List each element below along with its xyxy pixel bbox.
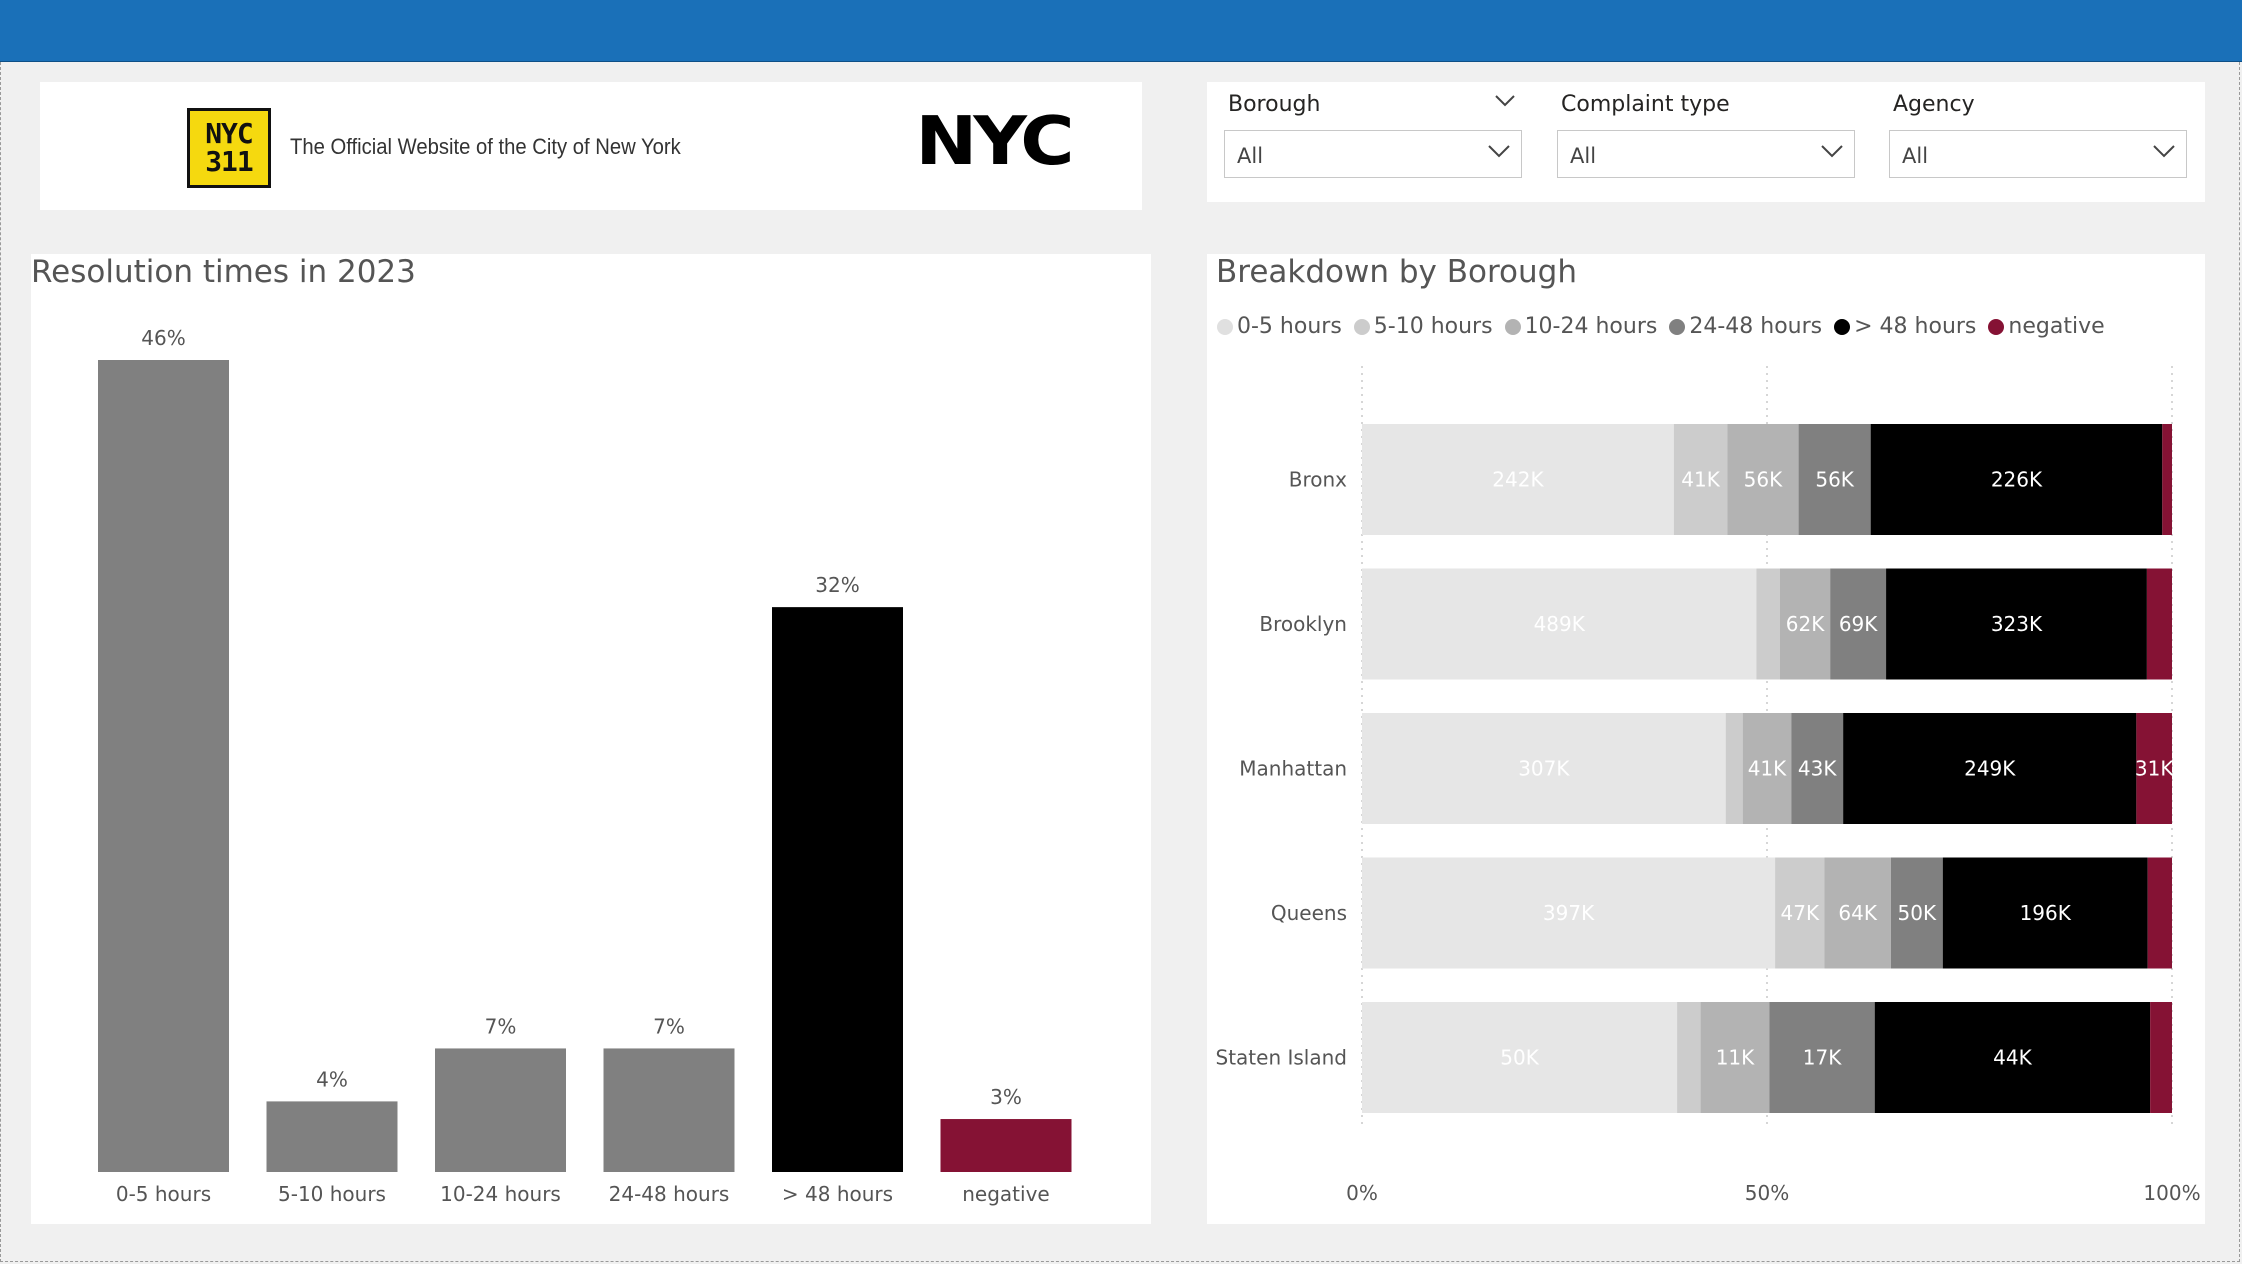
- segment-data-label: 196K: [2020, 901, 2072, 925]
- bar-segment[interactable]: [1725, 713, 1743, 824]
- bar-10-24-hours[interactable]: [435, 1048, 566, 1172]
- resolution-times-chart-card: Resolution times in 2023 46% 0-5 hours 4% 5…: [31, 254, 1151, 1224]
- header-banner: NYC 311 The Official Website of the City…: [40, 82, 1142, 210]
- segment-data-label: 56K: [1744, 468, 1783, 492]
- complaint-type-slicer-label: Complaint type: [1561, 92, 1730, 117]
- category-tick-label: 24-48 hours: [609, 1182, 730, 1206]
- chevron-down-icon: [2153, 145, 2175, 158]
- bar-segment[interactable]: [2162, 424, 2172, 535]
- segment-data-label: 56K: [1815, 468, 1854, 492]
- segment-data-label: 50K: [1500, 1046, 1539, 1070]
- borough-slicer: Borough All: [1224, 82, 1522, 202]
- segment-data-label: 226K: [1991, 468, 2043, 492]
- bar-data-label: 32%: [815, 573, 859, 597]
- category-tick-label: Manhattan: [1239, 757, 1347, 781]
- bar-segment[interactable]: [1677, 1002, 1701, 1113]
- segment-data-label: 41K: [1748, 757, 1787, 781]
- segment-data-label: 17K: [1803, 1046, 1842, 1070]
- segment-data-label: 62K: [1786, 612, 1825, 636]
- complaint-type-dropdown-value: All: [1570, 144, 1597, 168]
- segment-data-label: 47K: [1781, 901, 1820, 925]
- bar-segment[interactable]: [1756, 568, 1780, 680]
- bar-data-label: 46%: [141, 326, 185, 350]
- bar-segment[interactable]: [2147, 857, 2172, 969]
- segment-data-label: 69K: [1839, 612, 1878, 636]
- chevron-down-icon: [1821, 145, 1843, 158]
- bar-segment[interactable]: [2146, 568, 2172, 680]
- segment-data-label: 44K: [1993, 1046, 2032, 1070]
- bar-24-48-hours[interactable]: [603, 1048, 735, 1172]
- category-tick-label: > 48 hours: [782, 1182, 893, 1206]
- nyc311-logo: NYC 311: [187, 108, 271, 188]
- resolution-times-chart: 46% 0-5 hours 4% 5-10 hours 7% 10-24 hours 7% 2…: [98, 326, 1072, 1206]
- category-tick-label: 10-24 hours: [440, 1182, 561, 1206]
- segment-data-label: 249K: [1964, 757, 2016, 781]
- x-tick-label: 0%: [1346, 1181, 1378, 1205]
- segment-data-label: 50K: [1898, 901, 1937, 925]
- bar-segment[interactable]: [2150, 1002, 2172, 1113]
- borough-breakdown-chart: 0% 50% 100% Bronx 242K 41K 56K 56K 226K Brooklyn 4…: [1216, 366, 2201, 1205]
- segment-data-label: 64K: [1838, 901, 1877, 925]
- agency-dropdown-value: All: [1902, 144, 1929, 168]
- bar-data-label: 7%: [653, 1014, 685, 1038]
- segment-data-label: 307K: [1518, 757, 1570, 781]
- filter-panel: Borough All Complaint type All Agency Al…: [1207, 82, 2205, 202]
- nyc311-logo-line2: 311: [205, 145, 254, 178]
- segment-data-label: 41K: [1681, 468, 1720, 492]
- bar--48-hours[interactable]: [772, 607, 903, 1172]
- site-tagline: The Official Website of the City of New …: [290, 134, 681, 159]
- segment-data-label: 11K: [1716, 1046, 1755, 1070]
- nyc-logo-text: NYC: [915, 110, 1070, 178]
- borough-breakdown-chart-card: Breakdown by Borough 0-5 hours 5-10 hours…: [1207, 254, 2205, 1224]
- x-tick-label: 50%: [1745, 1181, 1789, 1205]
- nyc-logo: NYC: [915, 110, 1074, 178]
- borough-dropdown[interactable]: All: [1224, 130, 1522, 178]
- chevron-down-icon: [1488, 145, 1510, 158]
- bar-negative[interactable]: [940, 1119, 1072, 1172]
- top-bar: [0, 0, 2242, 62]
- chevron-down-icon[interactable]: [1494, 94, 1516, 108]
- segment-data-label: 31K: [2135, 757, 2174, 781]
- segment-data-label: 242K: [1492, 468, 1544, 492]
- agency-slicer-label: Agency: [1893, 92, 1975, 117]
- x-tick-label: 100%: [2143, 1181, 2200, 1205]
- bar-data-label: 7%: [485, 1014, 517, 1038]
- segment-data-label: 397K: [1543, 901, 1595, 925]
- bar-0-5-hours[interactable]: [98, 360, 229, 1172]
- category-tick-label: Staten Island: [1216, 1046, 1347, 1070]
- complaint-type-dropdown[interactable]: All: [1557, 130, 1855, 178]
- category-tick-label: Brooklyn: [1259, 612, 1347, 636]
- bar-5-10-hours[interactable]: [266, 1101, 398, 1172]
- bar-data-label: 4%: [316, 1067, 348, 1091]
- segment-data-label: 489K: [1534, 612, 1586, 636]
- borough-slicer-label: Borough: [1228, 92, 1321, 117]
- category-tick-label: Queens: [1271, 901, 1347, 925]
- agency-slicer: Agency All: [1889, 82, 2187, 202]
- segment-data-label: 43K: [1798, 757, 1837, 781]
- agency-dropdown[interactable]: All: [1889, 130, 2187, 178]
- bar-data-label: 3%: [990, 1085, 1022, 1109]
- segment-data-label: 323K: [1991, 612, 2043, 636]
- category-tick-label: 0-5 hours: [116, 1182, 211, 1206]
- category-tick-label: negative: [962, 1182, 1049, 1206]
- borough-dropdown-value: All: [1237, 144, 1264, 168]
- complaint-type-slicer: Complaint type All: [1557, 82, 1855, 202]
- category-tick-label: 5-10 hours: [278, 1182, 386, 1206]
- nyc311-logo-line1: NYC: [205, 117, 254, 150]
- category-tick-label: Bronx: [1289, 468, 1347, 492]
